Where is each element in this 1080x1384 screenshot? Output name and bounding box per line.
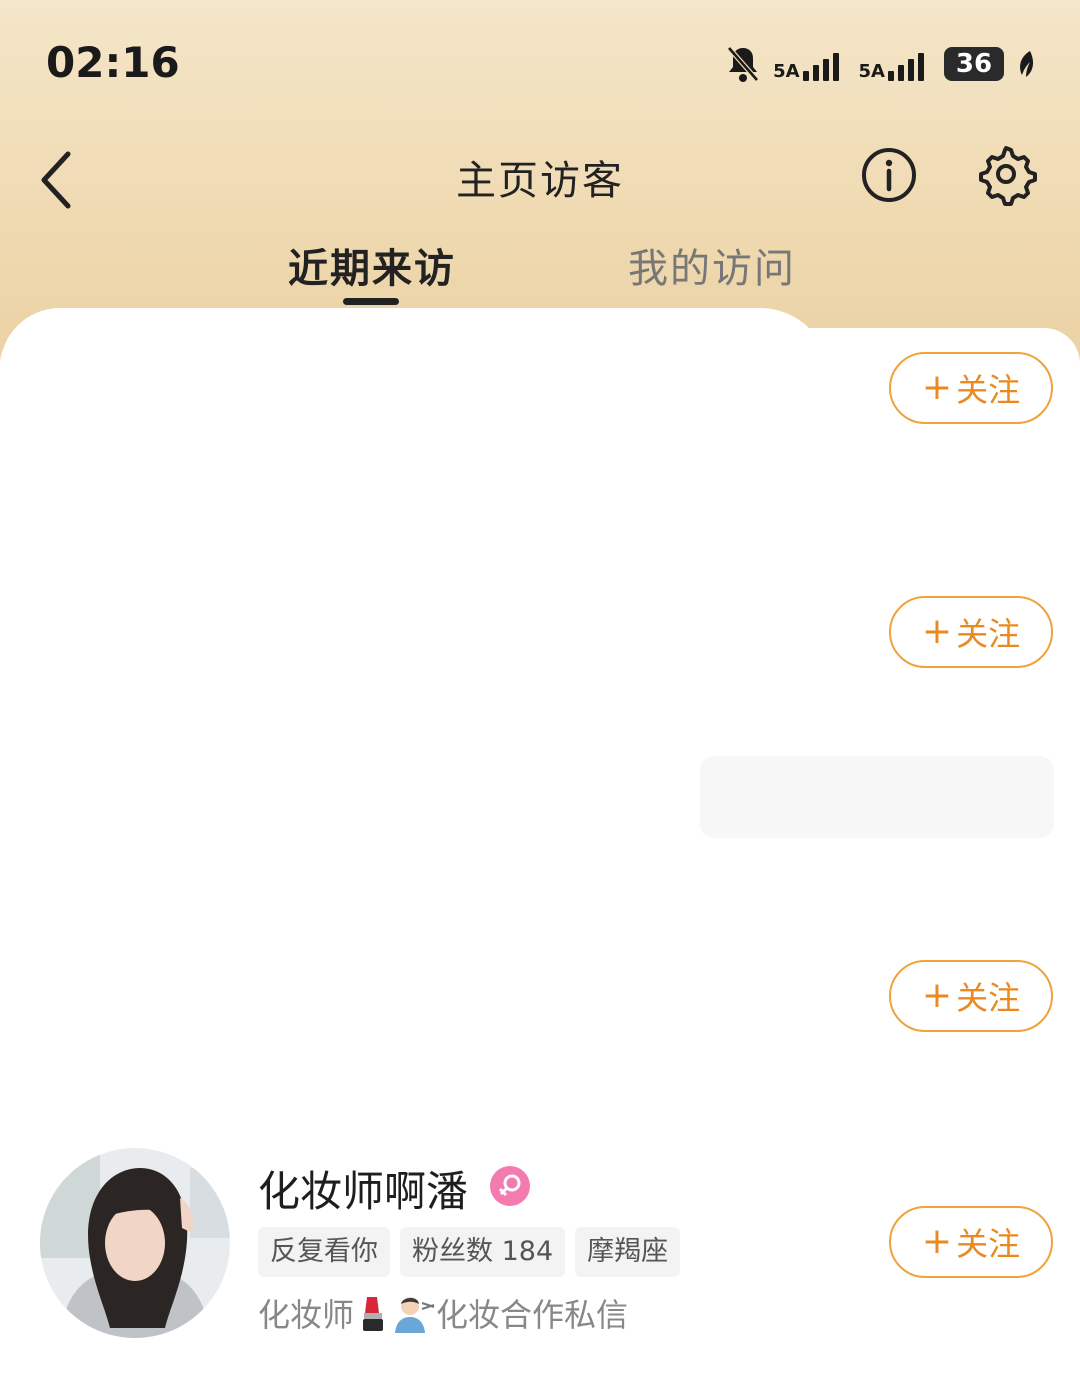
avatar-photo <box>40 1148 230 1338</box>
bio-prefix: 化妆师 <box>258 1296 355 1334</box>
settings-button[interactable] <box>974 142 1038 206</box>
follow-button[interactable]: + 关注 <box>889 1206 1053 1278</box>
follow-button[interactable]: + 关注 <box>889 960 1053 1032</box>
barber-person-icon <box>395 1297 435 1333</box>
redacted-area <box>0 308 830 448</box>
visitor-bio: 化妆师 化妆合作私信 <box>258 1290 628 1336</box>
follow-button-label: 关注 <box>956 979 1021 1017</box>
info-button[interactable] <box>858 144 920 206</box>
plus-icon: + <box>921 975 953 1016</box>
tag-follower-count: 粉丝数 184 <box>400 1227 566 1277</box>
battery-indicator: 36 <box>944 47 1004 81</box>
status-icons: 5A 5A 36 <box>725 42 1036 86</box>
leaf-icon <box>1020 51 1034 77</box>
follow-button[interactable]: + 关注 <box>889 596 1053 668</box>
signal-1-label: 5A <box>773 61 800 82</box>
status-bar: 02:16 5A 5A 36 <box>0 0 1080 120</box>
signal-1: 5A <box>773 47 846 81</box>
tab-my-visits[interactable]: 我的访问 <box>628 236 796 294</box>
follow-button-label: 关注 <box>956 371 1021 409</box>
gear-icon <box>979 146 1037 206</box>
status-time: 02:16 <box>46 38 180 87</box>
signal-2-label: 5A <box>858 61 885 82</box>
lipstick-icon <box>363 1297 384 1331</box>
signal-2: 5A <box>859 47 932 81</box>
plus-icon: + <box>921 611 953 652</box>
bell-muted-icon <box>727 46 759 82</box>
redacted-placeholder <box>700 756 1054 838</box>
female-gender-icon <box>490 1166 530 1206</box>
nav-bar: 主页访客 <box>0 130 1080 220</box>
info-icon <box>862 148 916 202</box>
tag-repeat-visit: 反复看你 <box>258 1227 390 1277</box>
tag-zodiac: 摩羯座 <box>575 1227 681 1277</box>
avatar[interactable] <box>40 1148 230 1338</box>
follow-button[interactable]: + 关注 <box>889 352 1053 424</box>
tab-active-indicator <box>343 298 399 305</box>
follow-button-label: 关注 <box>956 1225 1021 1263</box>
signal-bars-icon <box>888 53 924 81</box>
follow-button-label: 关注 <box>956 615 1021 653</box>
bio-suffix: 化妆合作私信 <box>436 1296 629 1334</box>
signal-bars-icon <box>802 53 839 81</box>
plus-icon: + <box>921 367 953 408</box>
visitor-tags: 反复看你 粉丝数 184 摩羯座 <box>258 1227 681 1277</box>
visitor-name[interactable]: 化妆师啊潘 <box>258 1158 468 1219</box>
tab-recent-visits[interactable]: 近期来访 <box>288 236 456 294</box>
tab-bar: 近期来访 我的访问 <box>0 232 1080 312</box>
plus-icon: + <box>921 1221 953 1262</box>
